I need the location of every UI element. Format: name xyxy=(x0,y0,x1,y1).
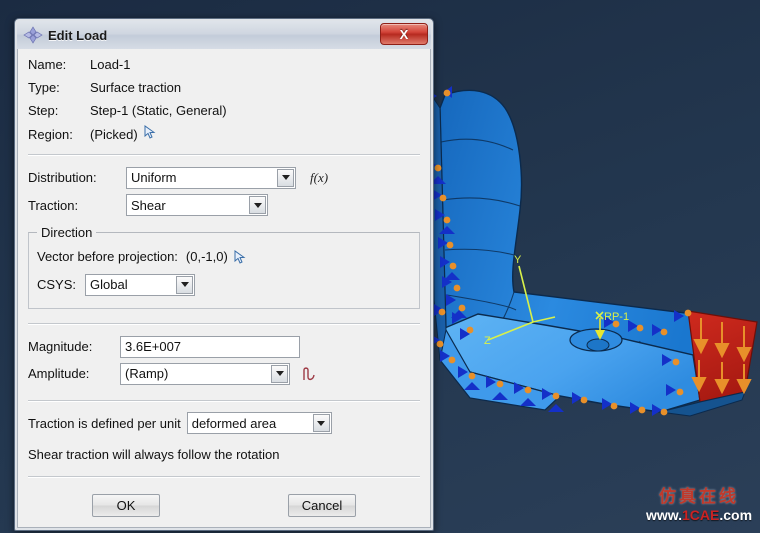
unit-row: Traction is defined per unit deformed ar… xyxy=(28,410,420,437)
region-value: (Picked) xyxy=(90,127,138,143)
info-row-type: Type: Surface traction xyxy=(28,80,420,103)
separator-2 xyxy=(28,322,420,325)
chevron-down-icon[interactable] xyxy=(249,196,266,215)
cancel-button-label: Cancel xyxy=(301,497,343,513)
distribution-row: Distribution: Uniform f(x) xyxy=(28,164,420,191)
step-value: Step-1 (Static, General) xyxy=(90,102,227,118)
region-pick-cursor-icon[interactable] xyxy=(144,125,156,140)
distribution-value: Uniform xyxy=(131,170,177,186)
info-row-region: Region: (Picked) xyxy=(28,125,420,148)
magnitude-label: Magnitude: xyxy=(28,339,93,355)
distribution-select[interactable]: Uniform xyxy=(126,166,296,189)
separator-3 xyxy=(28,399,420,402)
ok-button[interactable]: OK xyxy=(92,493,160,517)
shear-note: Shear traction will always follow the ro… xyxy=(28,446,280,462)
axis-label-z: Z xyxy=(484,335,491,347)
info-row-step: Step: Step-1 (Static, General) xyxy=(28,103,420,126)
type-value: Surface traction xyxy=(90,79,182,95)
csys-label: CSYS: xyxy=(37,277,77,293)
magnitude-row: Magnitude: 3.6E+007 xyxy=(28,333,420,360)
unit-label: Traction is defined per unit xyxy=(28,415,181,431)
vector-value: (0,-1,0) xyxy=(185,249,228,265)
close-icon: X xyxy=(399,26,409,42)
edit-load-dialog: Edit Load X Name: Load-1 Type: Surface t… xyxy=(14,18,434,531)
traction-select[interactable]: Shear xyxy=(126,194,268,217)
name-value: Load-1 xyxy=(90,57,131,72)
chevron-down-icon[interactable] xyxy=(176,275,193,294)
app-root: Y Z RP-1 1CAE.COM 仿真在线 www.1CAE.com xyxy=(0,0,760,533)
load-arrows-icon xyxy=(23,26,43,44)
axis-label-y: Y xyxy=(514,254,522,266)
dialog-title: Edit Load xyxy=(48,27,108,43)
step-label: Step: xyxy=(28,102,59,118)
amplitude-row: Amplitude: (Ramp) xyxy=(28,360,420,387)
csys-value: Global xyxy=(90,277,128,293)
rp-label: RP-1 xyxy=(604,311,629,323)
vector-label: Vector before projection: xyxy=(37,249,178,265)
cancel-button[interactable]: Cancel xyxy=(288,493,356,517)
csys-row: CSYS: Global xyxy=(37,270,411,300)
unit-select[interactable]: deformed area xyxy=(186,412,332,435)
amplitude-curve-icon[interactable] xyxy=(302,366,322,382)
vector-row: Vector before projection: (0,-1,0) xyxy=(37,244,411,270)
magnitude-input[interactable]: 3.6E+007 xyxy=(120,335,300,358)
dialog-titlebar[interactable]: Edit Load X xyxy=(17,21,431,49)
fx-icon[interactable]: f(x) xyxy=(310,170,328,186)
chevron-down-icon[interactable] xyxy=(312,414,330,433)
separator-1 xyxy=(28,154,420,157)
traction-label: Traction: xyxy=(28,197,79,213)
region-label: Region: xyxy=(28,127,73,143)
traction-row: Traction: Shear xyxy=(28,192,420,219)
info-row-name: Name: Load-1 xyxy=(28,57,420,80)
csys-select[interactable]: Global xyxy=(85,273,195,296)
amplitude-select[interactable]: (Ramp) xyxy=(120,362,290,385)
magnitude-value: 3.6E+007 xyxy=(125,339,182,355)
amplitude-label: Amplitude: xyxy=(28,366,90,382)
close-button[interactable]: X xyxy=(380,23,428,45)
traction-value: Shear xyxy=(131,197,166,213)
dialog-button-row: OK Cancel xyxy=(28,486,420,527)
amplitude-value: (Ramp) xyxy=(125,366,169,382)
chevron-down-icon[interactable] xyxy=(277,168,294,187)
distribution-label: Distribution: xyxy=(28,170,97,186)
direction-legend: Direction xyxy=(41,224,93,240)
dialog-body: Name: Load-1 Type: Surface traction Step… xyxy=(17,49,431,528)
unit-value: deformed area xyxy=(191,415,277,431)
name-label: Name: xyxy=(28,57,67,72)
part-hole-inner xyxy=(586,338,610,352)
direction-group: Direction Vector before projection: (0,-… xyxy=(28,224,420,309)
separator-4 xyxy=(28,475,420,478)
chevron-down-icon[interactable] xyxy=(271,364,288,383)
ok-button-label: OK xyxy=(116,497,136,513)
vector-pick-cursor-icon[interactable] xyxy=(234,249,246,264)
type-label: Type: xyxy=(28,79,60,95)
